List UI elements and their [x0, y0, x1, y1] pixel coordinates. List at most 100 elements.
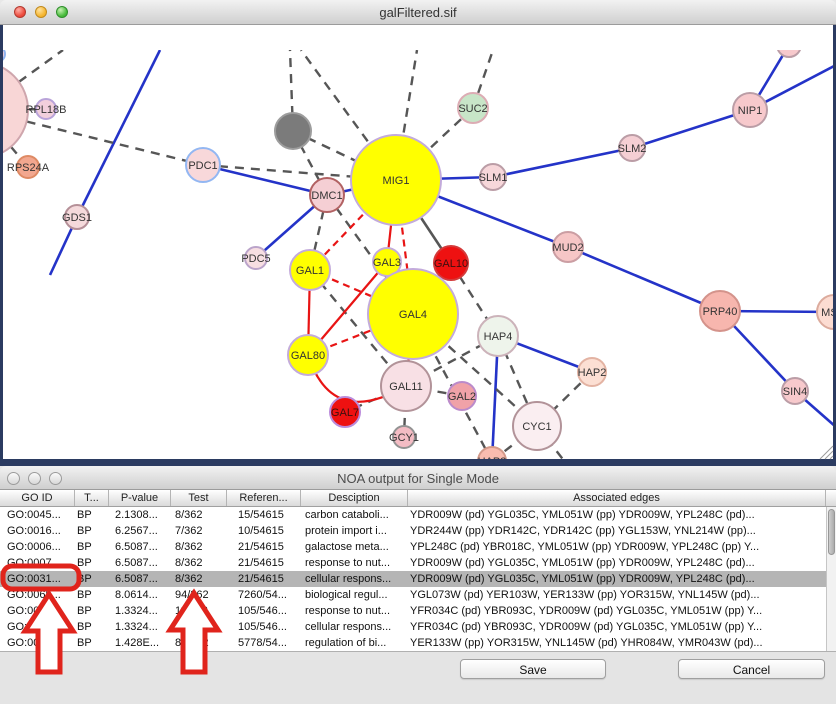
node-label-HAP4: HAP4: [484, 331, 513, 343]
table-cell: YDR009W (pd) YGL035C, YML051W (pp) YDR00…: [408, 571, 826, 587]
table-cell: BP: [75, 619, 109, 635]
table-cell: 105/546...: [227, 619, 301, 635]
table-cell: protein import i...: [301, 523, 408, 539]
node-label-SLM2: SLM2: [618, 143, 647, 155]
table-cell: 10/54615: [227, 523, 301, 539]
table-cell: 94/362: [171, 587, 227, 603]
column-header-3[interactable]: Test: [171, 490, 227, 506]
table-cell: GO:0016...: [0, 523, 75, 539]
node-label-GAL7: GAL7: [331, 407, 359, 419]
edge-SLM2-NIP1: [632, 110, 750, 148]
table-cell: GO:0007...: [0, 555, 75, 571]
table-cell: galactose meta...: [301, 539, 408, 555]
edge-MUD2-PRP40: [568, 247, 720, 311]
noa-window-title: NOA output for Single Mode: [0, 471, 836, 486]
table-cell: GO:0031...: [0, 603, 75, 619]
table-row[interactable]: GO:0016...BP6.2567...7/36210/54615protei…: [0, 523, 836, 539]
results-table: GO IDT...P-valueTestReferen...Desciption…: [0, 490, 836, 651]
table-cell: BP: [75, 603, 109, 619]
table-row[interactable]: GO:0065...BP8.0614...94/3627260/54...bio…: [0, 587, 836, 603]
node-label-RPL18B: RPL18B: [26, 104, 67, 116]
node-label-RPS24A: RPS24A: [7, 162, 50, 174]
noa-window-titlebar: NOA output for Single Mode: [0, 466, 836, 490]
cancel-button[interactable]: Cancel: [678, 659, 825, 679]
node-label-DMC1: DMC1: [311, 190, 342, 202]
table-cell: GO:0006...: [0, 539, 75, 555]
minimize-button-inactive[interactable]: [28, 472, 41, 485]
table-cell: 2.1308...: [109, 507, 171, 523]
column-header-0[interactable]: GO ID: [0, 490, 75, 506]
edge-SLM1-SLM2: [493, 148, 632, 177]
table-cell: 15/54615: [227, 507, 301, 523]
table-cell: 8/362: [171, 555, 227, 571]
table-cell: YDR009W (pd) YGL035C, YML051W (pp) YDR00…: [408, 507, 826, 523]
zoom-button-inactive[interactable]: [49, 472, 62, 485]
node-label-NIP1: NIP1: [738, 105, 762, 117]
node-label-GAL1: GAL1: [296, 265, 324, 277]
node-PINK1[interactable]: [777, 50, 801, 57]
node-label-CYC1: CYC1: [522, 421, 551, 433]
table-cell: 11/362: [171, 603, 227, 619]
table-cell: biological regul...: [301, 587, 408, 603]
table-cell: 8/362: [171, 571, 227, 587]
table-scrollbar[interactable]: [826, 507, 836, 651]
graph-window-titlebar: galFiltered.sif: [0, 0, 836, 25]
table-cell: response to nut...: [301, 555, 408, 571]
node-label-GAL80: GAL80: [291, 350, 325, 362]
table-row[interactable]: GO:0031...BP1.3324...11/362105/546...res…: [0, 603, 836, 619]
edge-off-GDS1: [77, 50, 160, 217]
table-cell: YER133W (pp) YOR315W, YNL145W (pd) YHR08…: [408, 635, 826, 651]
table-cell: YDR009W (pd) YGL035C, YML051W (pp) YDR00…: [408, 555, 826, 571]
table-row[interactable]: GO:0031...BP1.3324...11/362105/546...cel…: [0, 619, 836, 635]
edge-PDC1-DMC1: [203, 165, 327, 195]
table-cell: GO:0045...: [0, 507, 75, 523]
table-row[interactable]: GO:0006...BP6.5087...8/36221/54615galact…: [0, 539, 836, 555]
save-button[interactable]: Save: [460, 659, 606, 679]
close-button-inactive[interactable]: [7, 472, 20, 485]
table-cell: regulation of bi...: [301, 635, 408, 651]
node-label-SIN4: SIN4: [783, 386, 807, 398]
table-header-row: GO IDT...P-valueTestReferen...Desciption…: [0, 490, 836, 507]
table-cell: 6.5087...: [109, 539, 171, 555]
column-header-6[interactable]: Associated edges: [408, 490, 826, 506]
node-BIG1[interactable]: [0, 62, 28, 158]
table-cell: GO:0031...: [0, 619, 75, 635]
table-cell: 8/362: [171, 539, 227, 555]
table-cell: 80/362: [171, 635, 227, 651]
table-cell: 21/54615: [227, 539, 301, 555]
table-cell: carbon cataboli...: [301, 507, 408, 523]
column-header-1[interactable]: T...: [75, 490, 109, 506]
table-cell: BP: [75, 635, 109, 651]
table-row[interactable]: GO:0031...BP6.5087...8/36221/54615cellul…: [0, 571, 836, 587]
table-cell: 6.2567...: [109, 523, 171, 539]
network-canvas[interactable]: RPL18BRPS24AGDS1PDC1DMC1MIG1PDC5GAL1GAL3…: [0, 25, 836, 459]
column-header-4[interactable]: Referen...: [227, 490, 301, 506]
table-cell: BP: [75, 555, 109, 571]
column-header-5[interactable]: Desciption: [301, 490, 408, 506]
table-row[interactable]: GO:0050...BP1.428E...80/3625778/54...reg…: [0, 635, 836, 651]
table-row[interactable]: GO:0045...BP2.1308...8/36215/54615carbon…: [0, 507, 836, 523]
node-GRAY1[interactable]: [275, 113, 311, 149]
table-cell: 105/546...: [227, 603, 301, 619]
table-cell: GO:0065...: [0, 587, 75, 603]
table-cell: 21/54615: [227, 571, 301, 587]
table-cell: YPL248C (pd) YBR018C, YML051W (pp) YDR00…: [408, 539, 826, 555]
table-cell: BP: [75, 507, 109, 523]
table-cell: BP: [75, 539, 109, 555]
table-cell: BP: [75, 571, 109, 587]
table-cell: 1.3324...: [109, 619, 171, 635]
column-header-2[interactable]: P-value: [109, 490, 171, 506]
window-border-left: [0, 25, 3, 466]
table-cell: 1.3324...: [109, 603, 171, 619]
node-label-MIG1: MIG1: [383, 175, 410, 187]
table-cell: YFR034C (pd) YBR093C, YDR009W (pd) YGL03…: [408, 603, 826, 619]
table-bottom-divider: [0, 651, 836, 652]
node-label-SUC2: SUC2: [458, 103, 487, 115]
resize-grip[interactable]: [816, 444, 836, 460]
node-label-GDS1: GDS1: [62, 212, 92, 224]
table-cell: YGL073W (pd) YER103W, YER133W (pp) YOR31…: [408, 587, 826, 603]
table-cell: 8/362: [171, 507, 227, 523]
scrollbar-thumb[interactable]: [828, 509, 835, 555]
table-row[interactable]: GO:0007...BP6.5087...8/36221/54615respon…: [0, 555, 836, 571]
table-cell: 7/362: [171, 523, 227, 539]
